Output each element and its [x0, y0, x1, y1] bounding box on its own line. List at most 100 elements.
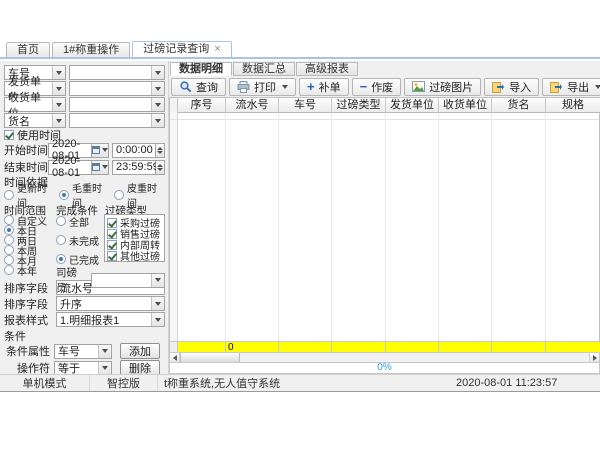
chevron-down-icon[interactable]: [52, 114, 65, 127]
import-button-label: 导入: [509, 79, 531, 95]
tab-home[interactable]: 首页: [6, 42, 50, 57]
radio-update-time[interactable]: [4, 190, 14, 200]
condition-op-select[interactable]: 等于: [54, 361, 112, 375]
chevron-down-icon: [595, 85, 600, 89]
field-value-goods[interactable]: [69, 113, 165, 128]
scroll-right-icon[interactable]: [589, 353, 599, 362]
query-button[interactable]: 查询: [171, 78, 226, 96]
end-time-input[interactable]: 23:59:59: [112, 160, 156, 175]
radio-custom[interactable]: [4, 215, 14, 225]
report-style-row: 报表样式 1.明细报表1: [4, 312, 165, 327]
status-message: t称重系统,无人值守系统: [158, 375, 450, 391]
use-time-checkbox[interactable]: [4, 130, 14, 140]
weigher-select[interactable]: [91, 273, 165, 288]
status-mode: 单机模式: [0, 375, 90, 391]
tab-weigh-record-query[interactable]: 过磅记录查询×: [132, 41, 231, 57]
radio-week[interactable]: [4, 245, 14, 255]
supplement-button[interactable]: + 补单: [299, 78, 349, 96]
condition-attr-select[interactable]: 车号: [54, 344, 112, 359]
column-header-receiver[interactable]: 收货单位: [439, 98, 492, 113]
chevron-down-icon[interactable]: [151, 114, 164, 127]
delete-condition-button[interactable]: 删除: [120, 360, 160, 374]
radio-row-finished: 已完成: [56, 254, 102, 264]
start-time-spinner[interactable]: [156, 143, 165, 158]
chevron-down-icon[interactable]: [151, 274, 164, 287]
progress-value: 0%: [377, 362, 391, 373]
tab-data-detail[interactable]: 数据明细: [170, 62, 232, 76]
field-value-shipper[interactable]: [69, 81, 165, 96]
start-time-input[interactable]: 0:00:00: [112, 143, 156, 158]
data-tab-bar: 数据明细 数据汇总 高级报表: [169, 61, 600, 76]
checkbox-sale[interactable]: [107, 229, 117, 239]
radio-gross-time[interactable]: [59, 190, 69, 200]
tab-data-summary-label: 数据汇总: [242, 63, 286, 75]
chevron-down-icon[interactable]: [52, 98, 65, 111]
chevron-down-icon[interactable]: [151, 82, 164, 95]
column-header-serial[interactable]: 流水号: [226, 98, 279, 113]
query-button-label: 查询: [196, 79, 218, 95]
scrollbar-thumb[interactable]: [180, 353, 240, 362]
total-cell: [492, 342, 546, 353]
chevron-down-icon[interactable]: [151, 66, 164, 79]
column-header-seq[interactable]: 序号: [178, 98, 226, 113]
tab-advanced-report[interactable]: 高级报表: [296, 62, 358, 76]
chevron-down-icon[interactable]: [98, 345, 111, 358]
radio-all[interactable]: [56, 216, 66, 226]
sort-order-value: 升序: [60, 296, 82, 312]
radio-year[interactable]: [4, 265, 14, 275]
sort-order-select[interactable]: 升序: [56, 296, 165, 311]
import-button[interactable]: 导入: [484, 78, 539, 96]
radio-unfinished[interactable]: [56, 235, 66, 245]
tab-data-summary[interactable]: 数据汇总: [233, 62, 295, 76]
checkbox-other[interactable]: [107, 251, 117, 261]
progress-bar: 0%: [169, 363, 600, 374]
end-time-spinner[interactable]: [156, 160, 165, 175]
tab-advanced-report-label: 高级报表: [305, 63, 349, 75]
column-header-vehicle[interactable]: 车号: [279, 98, 332, 113]
records-grid: 序号 流水号 车号 过磅类型 发货单位 收货单位 货名 规格: [169, 97, 600, 353]
tab-weigh-operation[interactable]: 1#称重操作: [52, 42, 130, 57]
chevron-down-icon[interactable]: [52, 66, 65, 79]
column-header-goods[interactable]: 货名: [492, 98, 546, 113]
chevron-down-icon[interactable]: [151, 98, 164, 111]
chevron-down-icon[interactable]: [98, 362, 111, 375]
end-date-input[interactable]: 2020-08-01: [48, 160, 92, 175]
field-select-goods[interactable]: 货名: [4, 113, 66, 128]
chevron-down-icon[interactable]: [151, 297, 164, 310]
radio-row-year: 本年: [4, 265, 54, 275]
radio-month[interactable]: [4, 255, 14, 265]
radio-tare-time[interactable]: [114, 190, 124, 200]
calendar-icon[interactable]: [92, 160, 109, 175]
supplement-button-label: 补单: [319, 79, 341, 95]
chevron-down-icon[interactable]: [52, 82, 65, 95]
scroll-left-icon[interactable]: [170, 353, 180, 362]
weigh-photo-button[interactable]: 过磅图片: [404, 78, 481, 96]
grid-header-row: 序号 流水号 车号 过磅类型 发货单位 收货单位 货名 规格: [170, 98, 599, 113]
checkbox-purchase[interactable]: [107, 218, 117, 228]
grid-body[interactable]: [170, 113, 599, 341]
field-value-vehicle[interactable]: [69, 65, 165, 80]
checkbox-row-other: 其他过磅: [107, 250, 163, 261]
total-cell: [332, 342, 386, 353]
add-condition-button[interactable]: 添加: [120, 343, 160, 359]
start-time-label: 开始时间: [4, 142, 48, 158]
weigh-photo-button-label: 过磅图片: [429, 79, 473, 95]
export-button[interactable]: 导出: [542, 78, 600, 96]
calendar-icon[interactable]: [92, 143, 109, 158]
field-select-receiver[interactable]: 收货单位: [4, 97, 66, 112]
close-icon[interactable]: ×: [214, 43, 220, 55]
print-button[interactable]: 打印: [229, 78, 296, 96]
chevron-down-icon[interactable]: [151, 313, 164, 326]
field-value-receiver[interactable]: [69, 97, 165, 112]
checkbox-internal[interactable]: [107, 240, 117, 250]
radio-finished[interactable]: [56, 254, 66, 264]
radio-today[interactable]: [4, 225, 14, 235]
void-button[interactable]: − 作废: [352, 78, 402, 96]
grid-total-row: 0: [170, 341, 599, 353]
radio-twodays[interactable]: [4, 235, 14, 245]
column-header-spec[interactable]: 规格: [546, 98, 600, 113]
report-style-select[interactable]: 1.明细报表1: [56, 312, 165, 327]
column-header-shipper[interactable]: 发货单位: [386, 98, 439, 113]
export-button-label: 导出: [567, 79, 589, 95]
column-header-type[interactable]: 过磅类型: [332, 98, 386, 113]
